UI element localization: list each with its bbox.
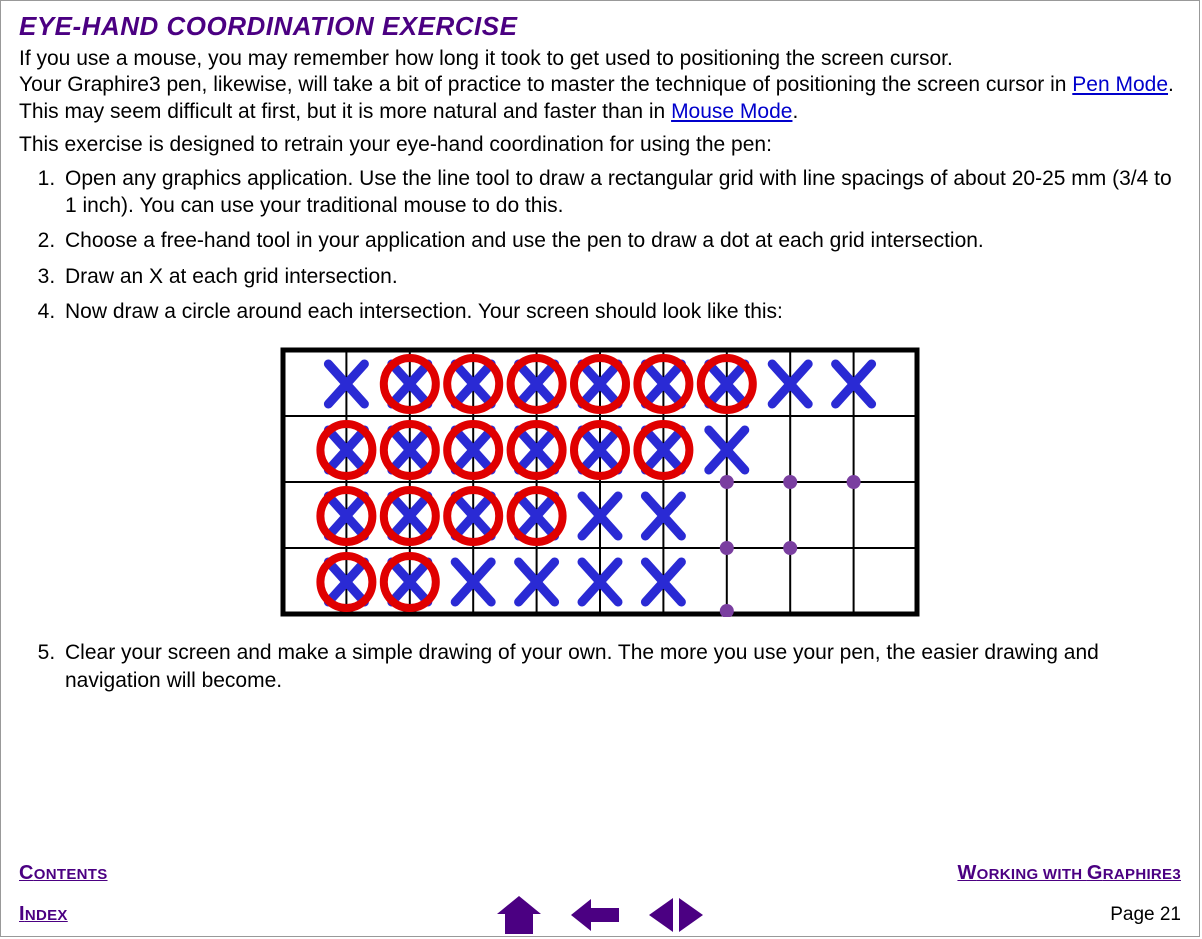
exercise-steps: Open any graphics application. Use the l… (19, 165, 1181, 325)
contents-link[interactable]: CContentsONTENTS (19, 862, 108, 885)
step-2: Choose a free-hand tool in your applicat… (61, 227, 1181, 254)
step-3: Draw an X at each grid intersection. (61, 263, 1181, 290)
step-1: Open any graphics application. Use the l… (61, 165, 1181, 220)
page-title: EYE-HAND COORDINATION EXERCISE (19, 11, 1181, 42)
working-with-link[interactable]: WORKING WITH GRAPHIRE3 (957, 862, 1181, 885)
intro-line1: If you use a mouse, you may remember how… (19, 47, 953, 70)
intro-line2c: . (792, 100, 798, 123)
prev-next-icon[interactable] (649, 898, 703, 932)
index-link[interactable]: INDEX (19, 903, 68, 926)
back-arrow-icon[interactable] (571, 899, 619, 931)
grid-illustration (19, 347, 1181, 617)
lead-text: This exercise is designed to retrain you… (19, 133, 1181, 157)
pen-mode-link[interactable]: Pen Mode (1072, 73, 1168, 96)
page-number: Page 21 (1110, 904, 1181, 926)
exercise-steps-continued: Clear your screen and make a simple draw… (19, 639, 1181, 694)
step-5: Clear your screen and make a simple draw… (61, 639, 1181, 694)
intro-line2a: Your Graphire3 pen, likewise, will take … (19, 73, 1072, 96)
intro-paragraph: If you use a mouse, you may remember how… (19, 46, 1181, 125)
mouse-mode-link[interactable]: Mouse Mode (671, 100, 792, 123)
home-icon[interactable] (497, 896, 541, 934)
step-4: Now draw a circle around each intersecti… (61, 298, 1181, 325)
